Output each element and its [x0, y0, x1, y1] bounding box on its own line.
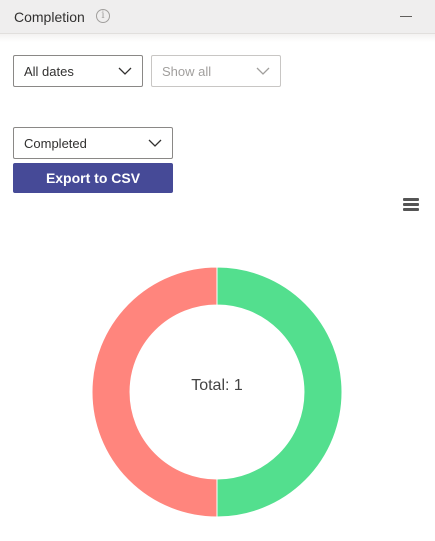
- minimize-icon: [400, 16, 412, 17]
- menu-bar: [403, 203, 419, 206]
- dates-dropdown-value: All dates: [24, 64, 74, 79]
- chart-menu-icon[interactable]: [402, 198, 420, 212]
- completion-panel: Completion i All dates Show all Complete…: [0, 0, 435, 541]
- minimize-button[interactable]: [397, 7, 415, 25]
- dates-dropdown[interactable]: All dates: [13, 55, 143, 87]
- info-icon[interactable]: i: [96, 9, 110, 23]
- header-shadow: [0, 34, 435, 42]
- status-dropdown-value: Completed: [24, 136, 87, 151]
- donut-total-label: Total: 1: [191, 377, 243, 394]
- chevron-down-icon: [256, 67, 270, 75]
- chevron-down-icon: [148, 139, 162, 147]
- show-dropdown[interactable]: Show all: [151, 55, 281, 87]
- menu-bar: [403, 198, 419, 201]
- export-csv-button[interactable]: Export to CSV: [13, 163, 173, 193]
- chevron-down-icon: [118, 67, 132, 75]
- menu-bar: [403, 208, 419, 211]
- show-dropdown-value: Show all: [162, 64, 212, 79]
- panel-title: Completion: [14, 9, 85, 25]
- panel-header: Completion i: [0, 0, 435, 34]
- status-dropdown[interactable]: Completed: [13, 127, 173, 159]
